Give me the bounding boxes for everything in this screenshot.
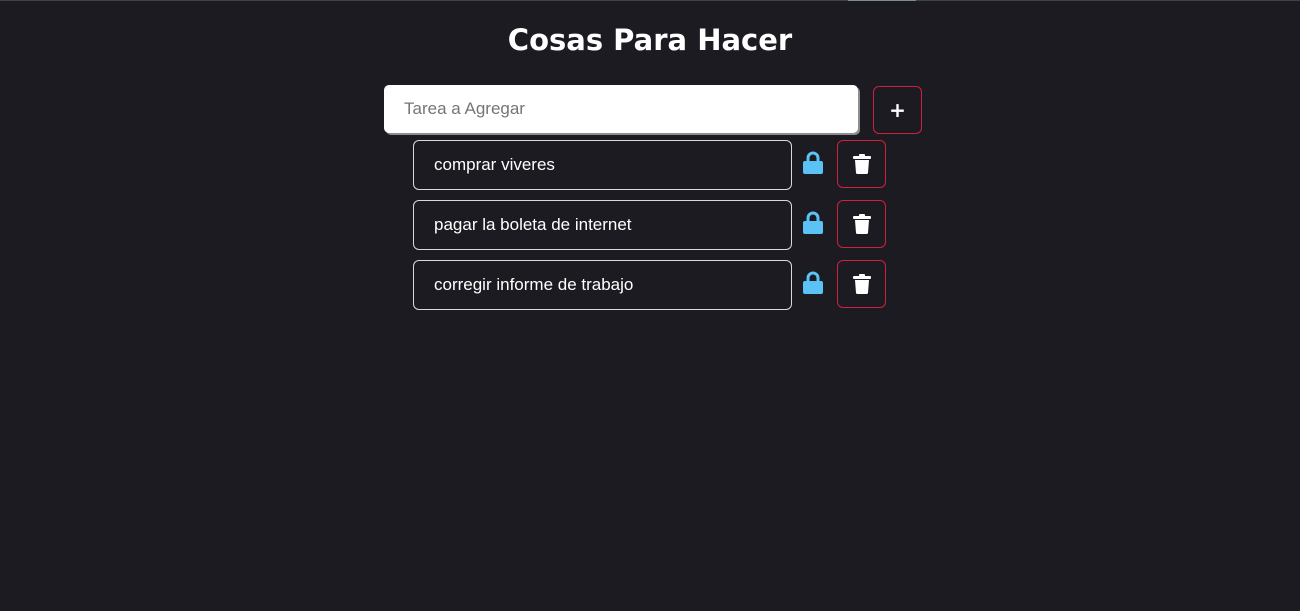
- task-item: pagar la boleta de internet: [413, 200, 888, 250]
- lock-icon[interactable]: [802, 151, 824, 175]
- task-item: comprar viveres: [413, 140, 888, 190]
- task-text-box: comprar viveres: [413, 140, 792, 190]
- trash-icon: [852, 154, 871, 174]
- window-top-border: [0, 0, 1300, 1]
- task-label: corregir informe de trabajo: [434, 275, 634, 294]
- add-task-button[interactable]: +: [873, 86, 922, 134]
- delete-task-button[interactable]: [837, 200, 886, 248]
- lock-icon[interactable]: [802, 211, 824, 235]
- task-text-box: pagar la boleta de internet: [413, 200, 792, 250]
- window-top-accent: [848, 0, 916, 1]
- task-label: comprar viveres: [434, 155, 555, 174]
- delete-task-button[interactable]: [837, 260, 886, 308]
- delete-task-button[interactable]: [837, 140, 886, 188]
- trash-icon: [852, 214, 871, 234]
- task-item: corregir informe de trabajo: [413, 260, 888, 310]
- trash-icon: [852, 274, 871, 294]
- task-label: pagar la boleta de internet: [434, 215, 632, 234]
- lock-icon[interactable]: [802, 271, 824, 295]
- task-input[interactable]: [384, 85, 858, 133]
- plus-icon: +: [889, 98, 906, 122]
- task-text-box: corregir informe de trabajo: [413, 260, 792, 310]
- page-title: Cosas Para Hacer: [507, 23, 793, 57]
